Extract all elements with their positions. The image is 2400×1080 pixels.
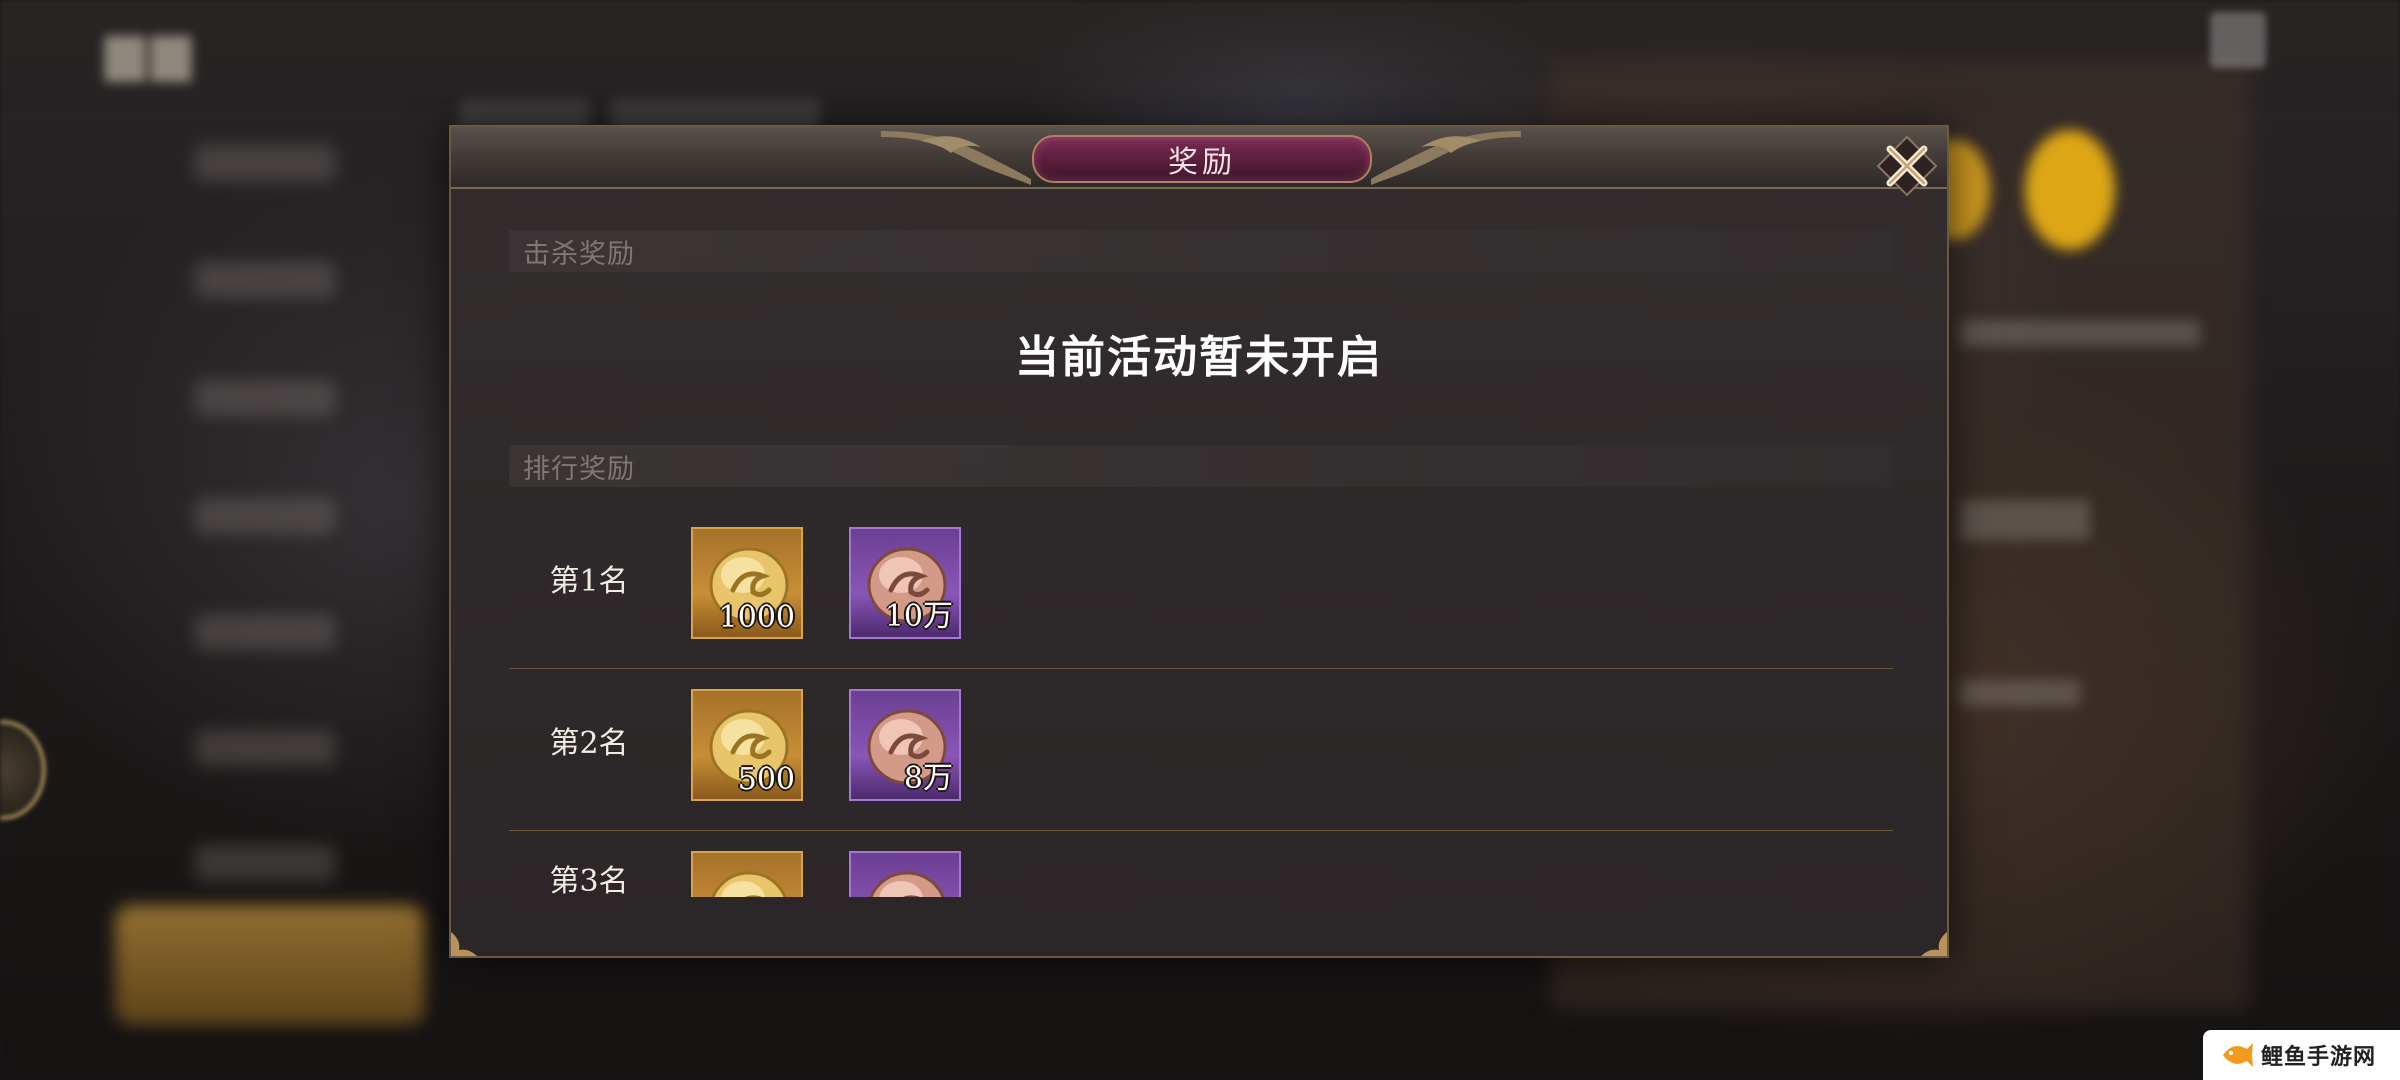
reward-count: 1000	[718, 600, 795, 635]
reward-item-copper[interactable]: 8万	[849, 689, 961, 801]
background-menu-item	[195, 498, 335, 534]
rank-label: 第1名	[549, 564, 629, 599]
dragon-emblem-icon	[0, 720, 46, 820]
background-menu-item	[195, 845, 335, 881]
reward-item-gold[interactable]: 1000	[691, 527, 803, 639]
kill-reward-section-header: 击杀奖励	[509, 230, 1893, 272]
kill-reward-label: 击杀奖励	[523, 238, 635, 270]
watermark-text: 鲤鱼手游网	[2261, 1045, 2377, 1070]
background-title-blur: ▆▆	[105, 22, 197, 82]
background-lantern	[2025, 130, 2115, 250]
corner-ornament-icon	[1921, 932, 1947, 956]
background-menu-item	[195, 380, 335, 416]
reward-item-copper[interactable]: 10万	[849, 527, 961, 639]
background-menu-item	[195, 262, 335, 298]
background-row	[1960, 680, 2080, 706]
background-menu-item	[195, 614, 335, 650]
close-x-icon	[1876, 135, 1938, 197]
background-menu-item	[195, 730, 335, 766]
site-watermark: 鲤鱼手游网	[2203, 1030, 2400, 1080]
reward-count: 10万	[884, 599, 953, 634]
dialog-title: 奖励	[1168, 145, 1236, 180]
dialog-header: 奖励	[451, 127, 1947, 189]
activity-not-started-message: 当前活动暂未开启	[1015, 332, 1383, 383]
background-row	[1960, 320, 2200, 346]
carp-fish-icon	[2223, 1043, 2253, 1067]
rank-row-3: 第3名	[509, 831, 1893, 897]
reward-count: 500	[737, 762, 795, 797]
reward-item-gold[interactable]: 500	[691, 689, 803, 801]
background-row	[1960, 500, 2090, 540]
reward-item-gold[interactable]	[691, 851, 803, 897]
corner-ornament-icon	[451, 932, 477, 956]
rank-label: 第2名	[549, 726, 629, 761]
background-button	[115, 905, 425, 1025]
rank-reward-label: 排行奖励	[523, 453, 635, 485]
rank-label: 第3名	[549, 864, 629, 897]
rank-reward-list[interactable]: 第1名 1000 10万 第2名 500 8万 第3名	[509, 507, 1893, 897]
gold-ingot-icon	[711, 871, 787, 897]
rank-reward-section-header: 排行奖励	[509, 445, 1893, 487]
reward-count: 8万	[903, 761, 953, 796]
reward-dialog: 奖励 击杀奖励 当前活动暂未开启 排行奖励 第1名 1000 10万 第2名 5…	[449, 125, 1949, 958]
rank-row-2: 第2名 500 8万	[509, 669, 1893, 831]
reward-item-copper[interactable]	[849, 851, 961, 897]
background-close-button	[2210, 12, 2266, 68]
close-button[interactable]	[1876, 135, 1938, 197]
copper-ingot-icon	[869, 871, 945, 897]
dialog-title-plate: 奖励	[1032, 135, 1372, 183]
background-menu-item	[195, 145, 335, 181]
rank-row-1: 第1名 1000 10万	[509, 507, 1893, 669]
